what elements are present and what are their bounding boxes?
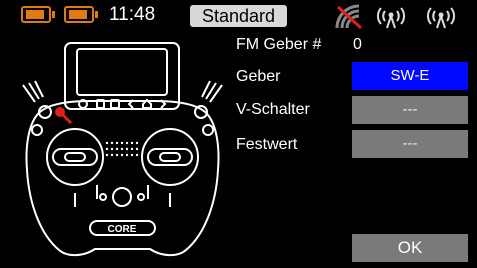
festwert-label: Festwert	[236, 136, 298, 153]
antenna-icon	[377, 7, 405, 29]
fm-geber-value: 0	[353, 36, 362, 53]
signal-disabled-icon	[335, 4, 363, 30]
geber-select[interactable]: SW-E	[352, 62, 468, 90]
screen: 11:48 Standard CORE FM Geber # 0 Geber S…	[0, 0, 477, 268]
geber-label: Geber	[236, 68, 281, 85]
antenna-icon	[427, 7, 455, 29]
vschalter-select[interactable]: ---	[352, 96, 468, 124]
transmitter-battery-icon	[21, 6, 55, 23]
ok-button[interactable]: OK	[352, 234, 468, 262]
fm-geber-label: FM Geber #	[236, 36, 322, 53]
core-logo: CORE	[108, 224, 137, 235]
model-mode-button[interactable]: Standard	[190, 5, 287, 27]
vschalter-label: V-Schalter	[236, 101, 310, 118]
clock: 11:48	[109, 4, 156, 25]
transmitter-illustration: CORE	[22, 42, 223, 257]
receiver-battery-icon	[64, 6, 98, 23]
festwert-select[interactable]: ---	[352, 130, 468, 158]
